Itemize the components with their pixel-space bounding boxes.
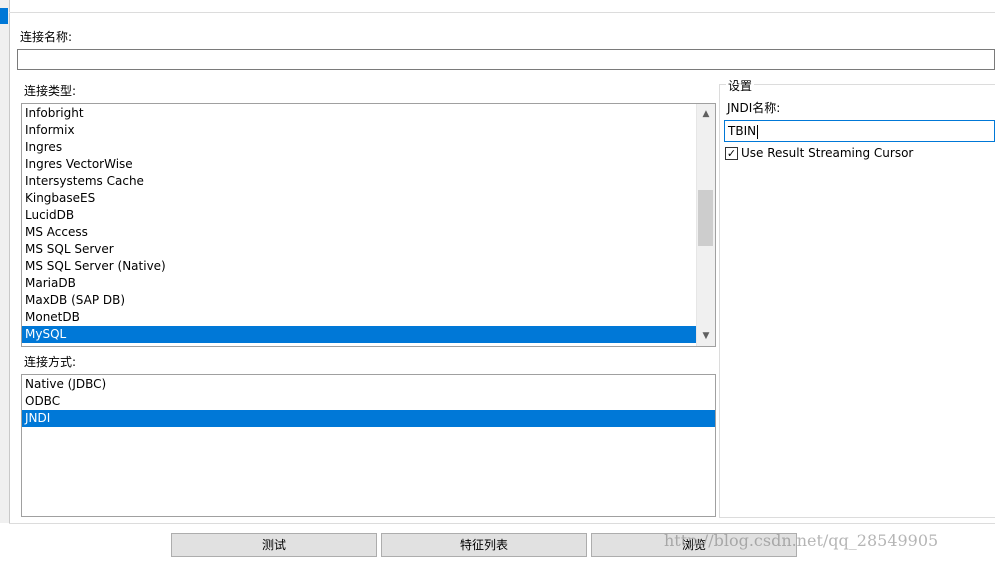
jndi-name-value: TBIN: [728, 124, 757, 138]
text-caret: [757, 124, 759, 139]
streaming-cursor-checkbox[interactable]: ✓: [725, 147, 738, 160]
connection-type-list[interactable]: Infobright Informix Ingres Ingres VectorWis…: [21, 103, 716, 347]
connection-type-item[interactable]: MS Access: [22, 224, 696, 241]
connection-type-item[interactable]: LucidDB: [22, 207, 696, 224]
connection-type-item[interactable]: MaxDB (SAP DB): [22, 292, 696, 309]
access-method-list[interactable]: Native (JDBC) ODBC JNDI: [21, 374, 716, 517]
connection-type-item[interactable]: MySQL: [22, 326, 696, 343]
connection-type-item[interactable]: MS SQL Server (Native): [22, 258, 696, 275]
jndi-name-label: JNDI名称:: [727, 101, 781, 115]
access-method-rows: Native (JDBC) ODBC JNDI: [22, 376, 715, 427]
connection-type-item[interactable]: KingbaseES: [22, 190, 696, 207]
browse-button[interactable]: 浏览: [591, 533, 797, 557]
jndi-name-input[interactable]: TBIN: [724, 120, 995, 142]
connection-type-label: 连接类型:: [24, 84, 77, 98]
scroll-up-icon[interactable]: ▲: [697, 106, 715, 122]
test-button[interactable]: 测试: [171, 533, 377, 557]
bottom-divider: [9, 523, 995, 524]
left-panel-tab[interactable]: [0, 8, 8, 24]
connection-type-rows: Infobright Informix Ingres Ingres VectorWis…: [22, 105, 696, 343]
connection-type-scrollbar[interactable]: ▲ ▼: [696, 104, 715, 346]
access-method-item[interactable]: Native (JDBC): [22, 376, 715, 393]
scroll-down-icon[interactable]: ▼: [697, 328, 715, 344]
settings-legend: 设置: [726, 77, 755, 94]
streaming-cursor-label[interactable]: Use Result Streaming Cursor: [741, 146, 913, 160]
access-method-item[interactable]: JNDI: [22, 410, 715, 427]
left-panel-strip: [0, 0, 10, 523]
connection-name-input[interactable]: [17, 49, 995, 70]
connection-type-item[interactable]: MonetDB: [22, 309, 696, 326]
access-method-label: 连接方式:: [24, 355, 77, 369]
connection-type-item[interactable]: Ingres VectorWise: [22, 156, 696, 173]
scroll-thumb[interactable]: [698, 190, 713, 246]
top-divider: [9, 12, 995, 13]
connection-type-item[interactable]: Intersystems Cache: [22, 173, 696, 190]
connection-type-item[interactable]: Informix: [22, 122, 696, 139]
connection-type-item[interactable]: Infobright: [22, 105, 696, 122]
feature-list-button[interactable]: 特征列表: [381, 533, 587, 557]
connection-type-item[interactable]: MariaDB: [22, 275, 696, 292]
connection-name-label: 连接名称:: [20, 30, 73, 44]
connection-type-item[interactable]: Ingres: [22, 139, 696, 156]
access-method-item[interactable]: ODBC: [22, 393, 715, 410]
connection-type-item[interactable]: MS SQL Server: [22, 241, 696, 258]
